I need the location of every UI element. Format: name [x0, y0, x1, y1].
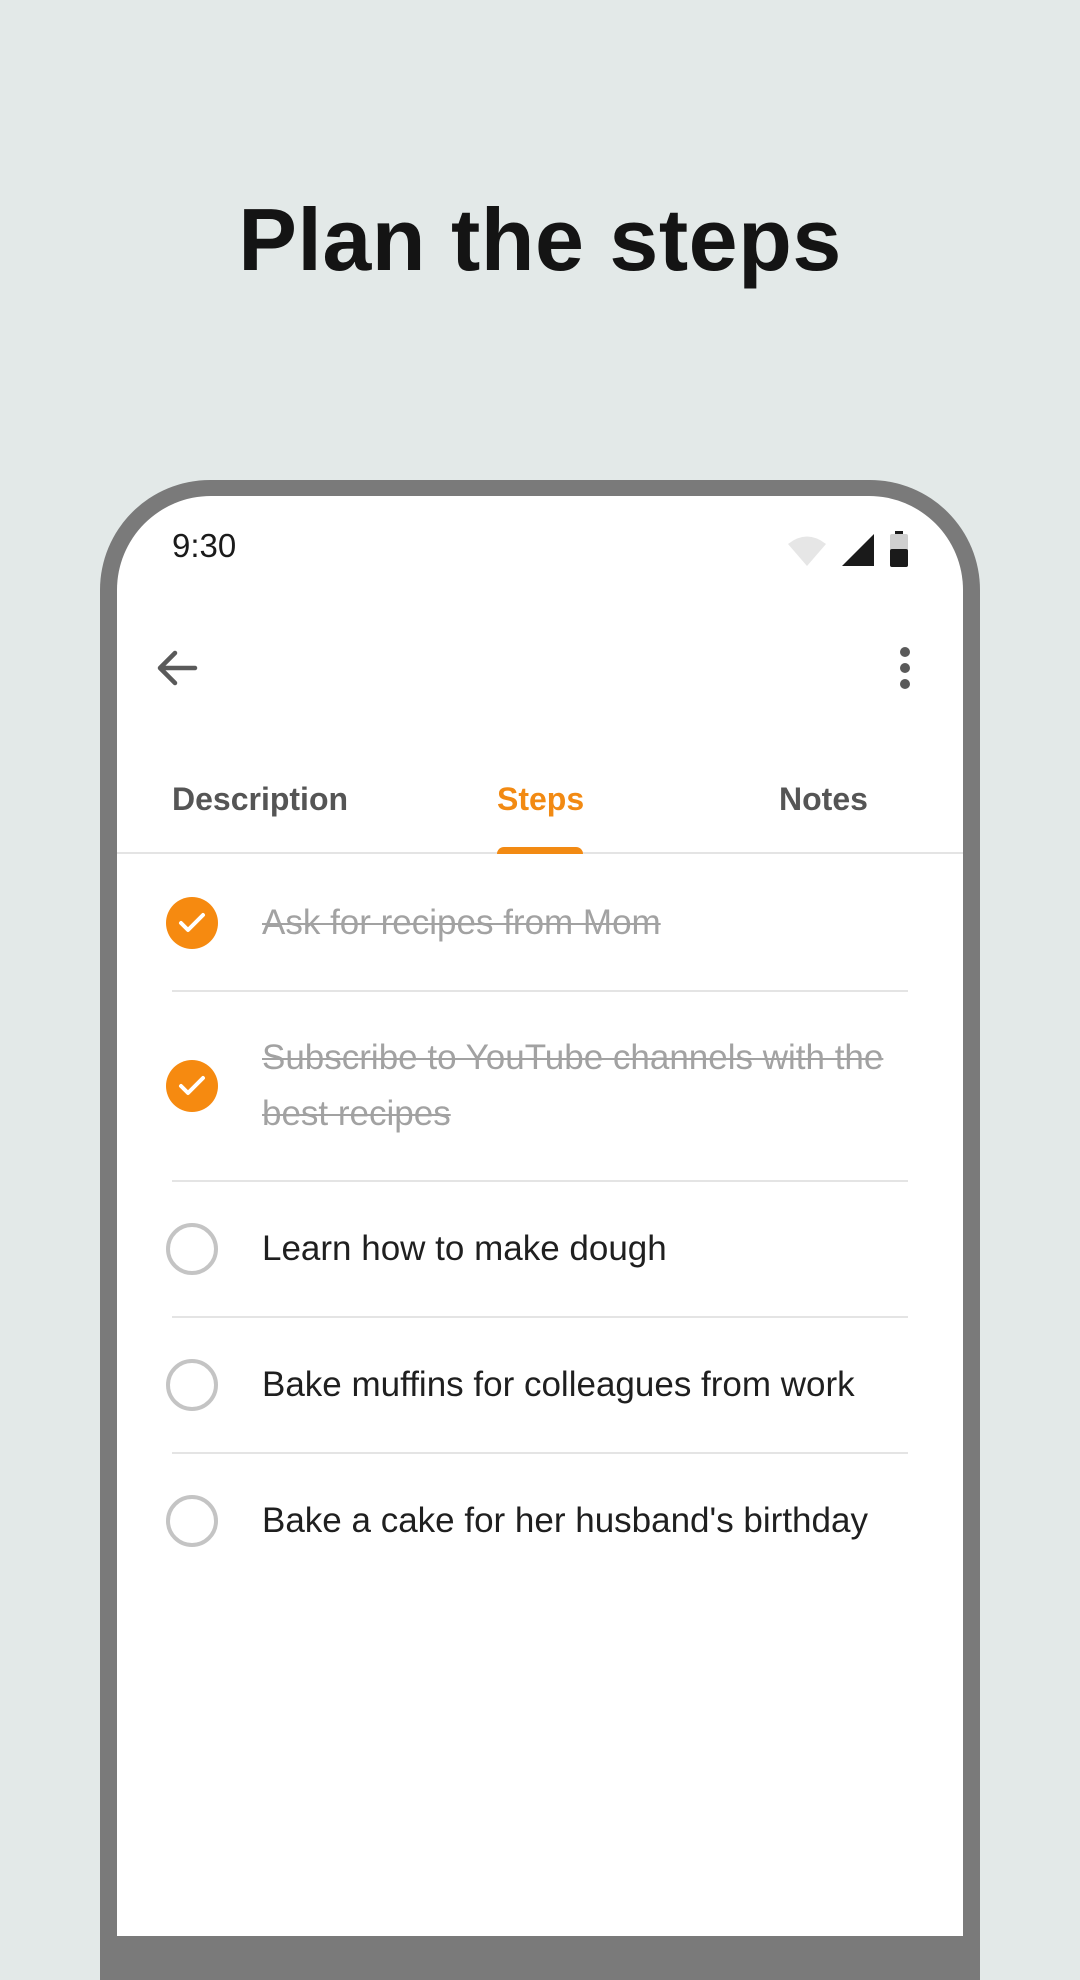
tab-steps[interactable]: Steps — [497, 746, 584, 852]
step-checkbox-unchecked[interactable] — [166, 1223, 218, 1275]
step-item[interactable]: Bake a cake for her husband's birthday — [166, 1454, 908, 1588]
status-bar: 9:30 — [117, 496, 963, 596]
back-button[interactable] — [147, 640, 207, 700]
check-icon — [179, 913, 205, 932]
step-item[interactable]: Learn how to make dough — [166, 1182, 908, 1318]
tab-notes[interactable]: Notes — [779, 746, 868, 852]
headline: Plan the steps — [238, 190, 842, 289]
step-text: Subscribe to YouTube channels with the b… — [262, 1038, 884, 1133]
phone-screen: 9:30 Description Steps Notes Ask for rec… — [117, 496, 963, 1936]
wifi-icon — [787, 535, 827, 572]
step-checkbox-unchecked[interactable] — [166, 1495, 218, 1547]
step-checkbox-unchecked[interactable] — [166, 1359, 218, 1411]
step-item[interactable]: Bake muffins for colleagues from work — [166, 1318, 908, 1454]
step-text: Bake a cake for her husband's birthday — [262, 1501, 868, 1540]
battery-icon — [889, 531, 909, 572]
step-item[interactable]: Subscribe to YouTube channels with the b… — [166, 992, 908, 1182]
status-icons — [787, 531, 909, 572]
steps-list: Ask for recipes from Mom Subscribe to Yo… — [117, 856, 963, 1588]
more-vertical-icon — [899, 646, 911, 695]
cell-signal-icon — [841, 533, 875, 572]
step-item[interactable]: Ask for recipes from Mom — [166, 856, 908, 992]
step-text: Ask for recipes from Mom — [262, 903, 661, 942]
check-icon — [179, 1076, 205, 1095]
tab-description[interactable]: Description — [172, 746, 348, 852]
tab-indicator — [497, 847, 583, 854]
more-options-button[interactable] — [885, 640, 925, 700]
step-checkbox-checked[interactable] — [166, 897, 218, 949]
step-checkbox-checked[interactable] — [166, 1060, 218, 1112]
status-time: 9:30 — [172, 527, 237, 564]
step-text: Learn how to make dough — [262, 1229, 667, 1268]
arrow-left-icon — [155, 646, 199, 695]
step-text: Bake muffins for colleagues from work — [262, 1365, 855, 1404]
tab-bar: Description Steps Notes — [117, 746, 963, 854]
app-bar — [117, 616, 963, 726]
